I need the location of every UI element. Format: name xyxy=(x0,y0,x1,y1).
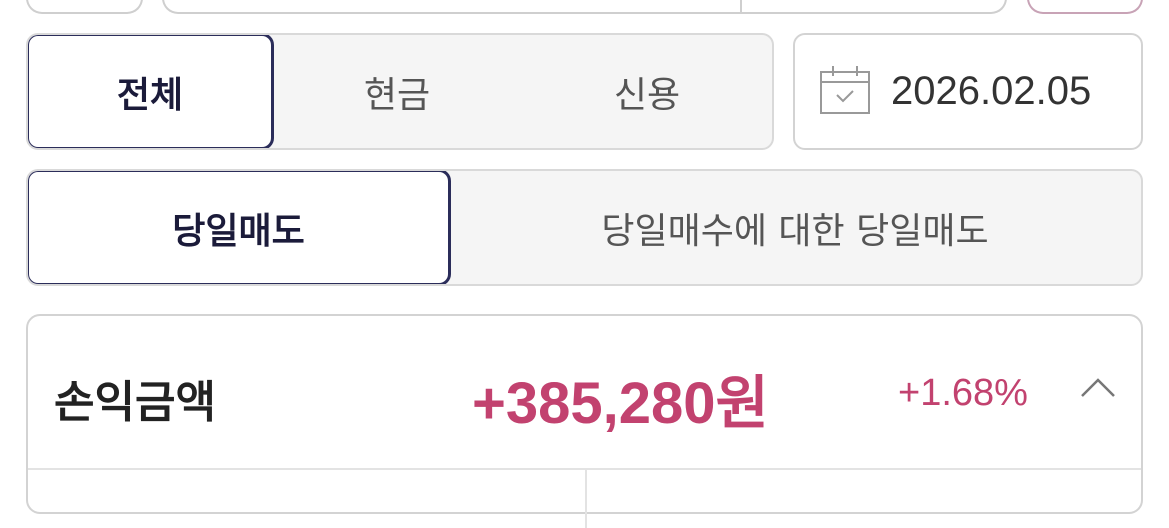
tab-all[interactable]: 전체 xyxy=(28,35,274,148)
top-right-button[interactable] xyxy=(1027,0,1143,14)
top-search-field[interactable] xyxy=(162,0,1007,14)
account-type-tabs: 전체 현금 신용 xyxy=(26,33,774,150)
tab-cash[interactable]: 현금 xyxy=(272,35,522,148)
profit-summary-card: 손익금액 +385,280원 +1.68% xyxy=(26,314,1143,528)
trade-type-tabs: 당일매도 당일매수에 대한 당일매도 xyxy=(26,169,1143,286)
date-picker[interactable]: 2026.02.05 xyxy=(793,33,1143,150)
top-field-divider xyxy=(740,0,742,12)
tab-credit[interactable]: 신용 xyxy=(522,35,772,148)
tab-same-day-buy-sell[interactable]: 당일매수에 대한 당일매도 xyxy=(449,171,1141,284)
date-value: 2026.02.05 xyxy=(891,69,1092,113)
top-left-control[interactable] xyxy=(26,0,143,14)
summary-title: 손익금액 xyxy=(54,377,216,428)
card-column-divider xyxy=(585,468,587,528)
tab-same-day-sell[interactable]: 당일매도 xyxy=(28,171,451,284)
profit-amount: +385,280원 xyxy=(472,371,769,436)
chevron-up-icon[interactable] xyxy=(1080,376,1116,400)
profit-rate: +1.68% xyxy=(898,372,1028,414)
calendar-icon xyxy=(819,65,871,119)
